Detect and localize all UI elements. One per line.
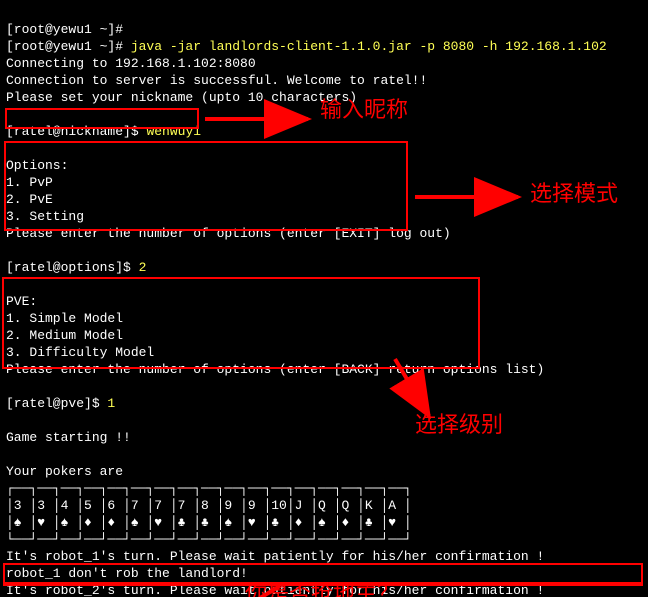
- nickname-input[interactable]: wenwuyi: [146, 124, 201, 139]
- output-line: Connecting to 192.168.1.102:8080: [6, 56, 256, 71]
- option-item: 2. PvE: [6, 192, 53, 207]
- options-input[interactable]: 2: [139, 260, 147, 275]
- output-line: Please set your nickname (upto 10 charac…: [6, 90, 357, 105]
- pve-item: 2. Medium Model: [6, 328, 123, 343]
- options-prompt: [ratel@options]$: [6, 260, 139, 275]
- options-hint: Please enter the number of options (ente…: [6, 226, 451, 241]
- terminal[interactable]: [root@yewu1 ~]# [root@yewu1 ~]# java -ja…: [0, 0, 648, 597]
- pve-prompt: [ratel@pve]$: [6, 396, 107, 411]
- option-item: 1. PvP: [6, 175, 53, 190]
- card-border-top: ┌──┐──┐──┐──┐──┐──┐──┐──┐──┐──┐──┐──┐──┐…: [6, 481, 412, 496]
- card-border-bottom: └──┘──┘──┘──┘──┘──┘──┘──┘──┘──┘──┘──┘──┘…: [6, 532, 412, 547]
- pokers-header: Your pokers are: [6, 464, 123, 479]
- options-header: Options:: [6, 158, 68, 173]
- game-starting: Game starting !!: [6, 430, 131, 445]
- shell-prompt: [root@yewu1 ~]#: [6, 22, 123, 37]
- nickname-prompt: [ratel@nickname]$: [6, 124, 146, 139]
- pve-header: PVE:: [6, 294, 37, 309]
- option-item: 3. Setting: [6, 209, 84, 224]
- pve-item: 3. Difficulty Model: [6, 345, 154, 360]
- pve-input[interactable]: 1: [107, 396, 115, 411]
- robot2-turn: It's robot_2's turn. Please wait patient…: [6, 583, 544, 597]
- robot1-turn: It's robot_1's turn. Please wait patient…: [6, 549, 544, 564]
- command: java -jar landlords-client-1.1.0.jar -p …: [131, 39, 607, 54]
- output-line: Connection to server is successful. Welc…: [6, 73, 427, 88]
- pve-hint: Please enter the number of options (ente…: [6, 362, 544, 377]
- card-values: │3 │3 │4 │5 │6 │7 │7 │7 │8 │9 │9 │10│J │…: [6, 498, 412, 513]
- pve-item: 1. Simple Model: [6, 311, 123, 326]
- card-suits: │♠ │♥ │♠ │♦ │♦ │♠ │♥ │♣ │♣ │♠ │♥ │♣ │♦ │…: [6, 515, 412, 530]
- shell-prompt: [root@yewu1 ~]#: [6, 39, 131, 54]
- robot1-result: robot_1 don't rob the landlord!: [6, 566, 248, 581]
